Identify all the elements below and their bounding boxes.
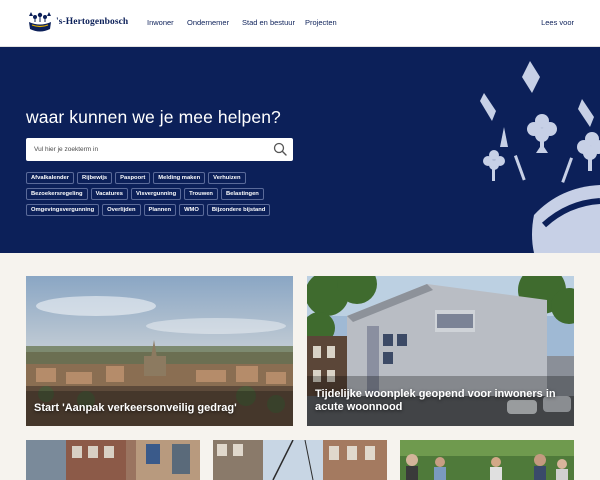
tag-paspoort[interactable]: Paspoort — [115, 172, 151, 184]
news-card[interactable] — [400, 440, 574, 480]
hero-title: waar kunnen we je mee helpen? — [26, 107, 281, 127]
nav-item-projecten[interactable]: Projecten — [305, 18, 337, 27]
card-title[interactable]: Start 'Aanpak verkeersonveilig gedrag' — [34, 402, 284, 415]
news-card[interactable]: Tijdelijke woonplek geopend voor inwoner… — [307, 276, 574, 426]
news-card[interactable] — [26, 440, 200, 480]
quick-links-row: Omgevingsvergunning Overlijden Plannen WMO B… — [26, 204, 273, 216]
quick-links-row: Afvalkalender Rijbewijs Paspoort Melding ma… — [26, 172, 249, 184]
shopping-street-image — [213, 440, 387, 480]
decorative-crown-icon — [480, 61, 600, 253]
crown-logo-icon[interactable] — [26, 8, 54, 36]
nav-item-inwoner[interactable]: Inwoner — [147, 18, 174, 27]
tag-overlijden[interactable]: Overlijden — [102, 204, 141, 216]
tag-visvergunning[interactable]: Visvergunning — [130, 188, 182, 200]
tag-melding-maken[interactable]: Melding maken — [153, 172, 206, 184]
quick-links-row: Bezoekersregeling Vacatures Visvergunning T… — [26, 188, 267, 200]
search-icon[interactable] — [272, 141, 289, 158]
search-input[interactable] — [34, 138, 264, 161]
nav-item-stad-en-bestuur[interactable]: Stad en bestuur — [242, 18, 295, 27]
tag-bezoekersregeling[interactable]: Bezoekersregeling — [26, 188, 88, 200]
tag-plannen[interactable]: Plannen — [143, 204, 177, 216]
hero-section: waar kunnen we je mee helpen? Afvalkalen… — [0, 47, 600, 253]
nav-item-ondernemer[interactable]: Ondernemer — [187, 18, 229, 27]
search-box — [26, 138, 293, 161]
site-header: 's-Hertogenbosch Inwoner Ondernemer Stad… — [0, 0, 600, 47]
logo-text[interactable]: 's-Hertogenbosch — [56, 17, 128, 27]
news-card[interactable]: Start 'Aanpak verkeersonveilig gedrag' — [26, 276, 293, 426]
tag-trouwen[interactable]: Trouwen — [184, 188, 218, 200]
people-outdoors-image — [400, 440, 574, 480]
tag-wmo[interactable]: WMO — [179, 204, 204, 216]
news-card[interactable] — [213, 440, 387, 480]
tag-vacatures[interactable]: Vacatures — [90, 188, 128, 200]
read-aloud-button[interactable]: Lees voor — [541, 18, 574, 27]
card-title[interactable]: Tijdelijke woonplek geopend voor inwoner… — [315, 388, 565, 414]
tag-belastingen[interactable]: Belastingen — [220, 188, 264, 200]
tag-afvalkalender[interactable]: Afvalkalender — [26, 172, 75, 184]
tag-omgevingsvergunning[interactable]: Omgevingsvergunning — [26, 204, 100, 216]
tag-verhuizen[interactable]: Verhuizen — [208, 172, 246, 184]
tag-rijbewijs[interactable]: Rijbewijs — [77, 172, 113, 184]
street-image — [26, 440, 200, 480]
tag-bijzondere-bijstand[interactable]: Bijzondere bijstand — [206, 204, 271, 216]
